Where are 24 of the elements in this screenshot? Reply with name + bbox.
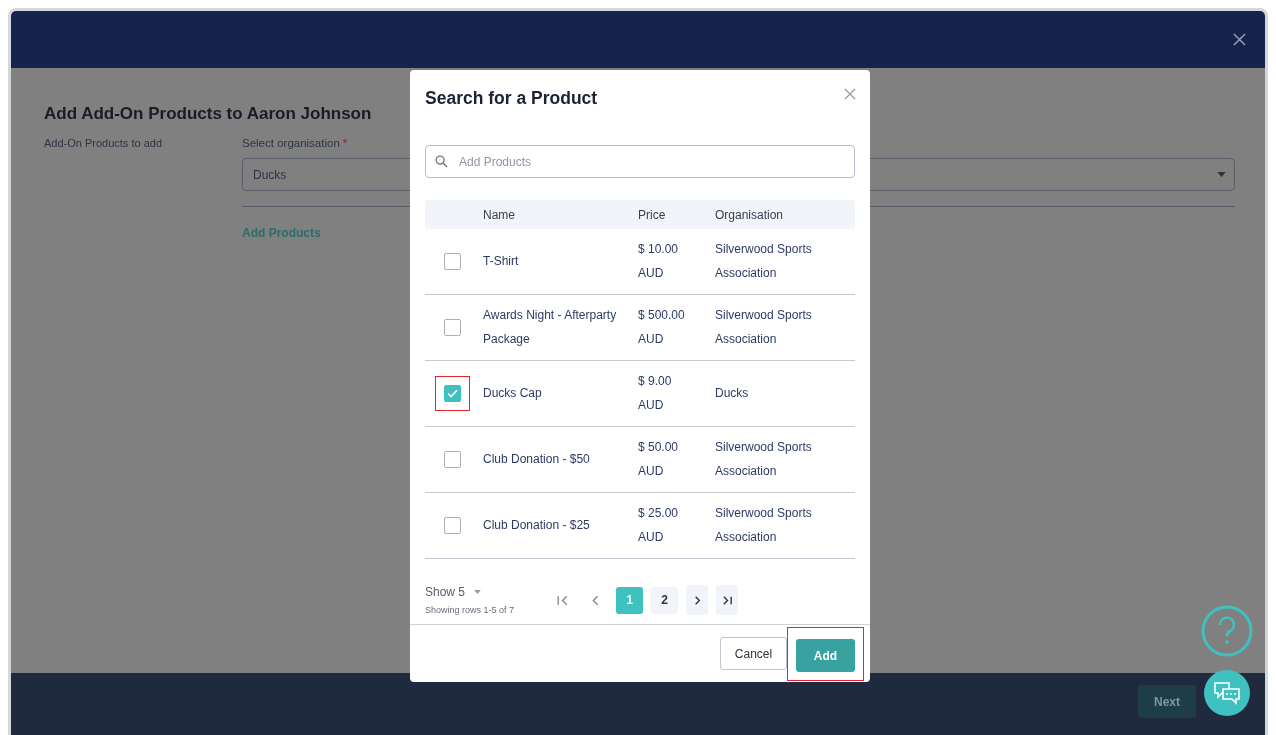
table-cell-text: Ducks [715, 384, 750, 402]
table-cell-text: $ 50.00 AUD [638, 439, 680, 480]
column-header: Name [483, 207, 516, 222]
table-cell-text: $ 9.00 AUD [638, 373, 673, 414]
page-title: Add Add-On Products to Aaron Johnson [44, 104, 373, 124]
table-cell-text: $ 10.00 AUD [638, 241, 680, 282]
field-label: Select organisation [242, 137, 340, 149]
table-cell-text: $ 25.00 AUD [638, 505, 680, 546]
table-cell-text: Club Donation - $50 [483, 450, 591, 468]
table-cell-text: Silverwood Sports Association [715, 307, 813, 348]
table-cell-text: Club Donation - $25 [483, 516, 591, 534]
rows-summary: Showing rows 1-5 of 7 [425, 605, 516, 615]
table-cell-text: Silverwood Sports Association [715, 439, 813, 480]
required-mark: * [342, 137, 348, 149]
table-cell-text: T-Shirt [483, 252, 520, 270]
table-cell-text: Awards Night - Afterparty Package [483, 307, 618, 348]
table-cell-text: Silverwood Sports Association [715, 241, 813, 282]
table-cell-text: Silverwood Sports Association [715, 505, 813, 546]
section-label: Add-On Products to add [44, 136, 163, 151]
column-header: Organisation [715, 207, 785, 222]
column-header: Price [638, 207, 667, 222]
dialog-title: Search for a Product [425, 88, 598, 110]
table-cell-text: Ducks Cap [483, 384, 543, 402]
table-cell-text: $ 500.00 AUD [638, 307, 686, 348]
